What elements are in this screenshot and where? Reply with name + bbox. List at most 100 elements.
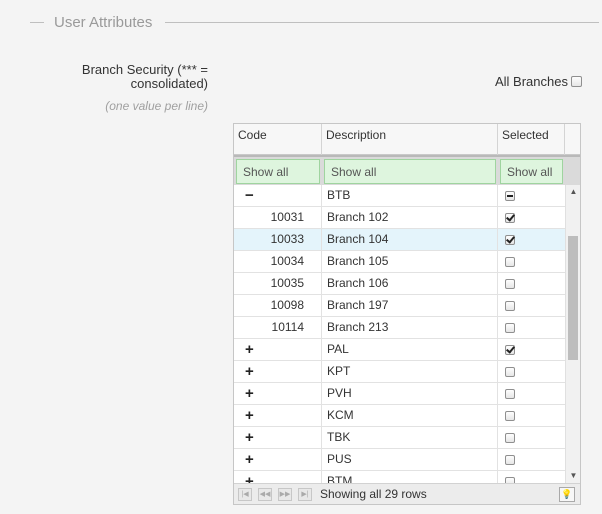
expand-icon[interactable]: +	[245, 427, 254, 448]
selected-checkbox[interactable]	[505, 345, 515, 355]
all-branches-checkbox[interactable]	[570, 76, 582, 87]
table-row[interactable]: − BTB	[234, 185, 565, 207]
column-header-selected[interactable]: Selected	[498, 124, 565, 155]
branch-description: PVH	[322, 383, 498, 405]
section-divider-left	[30, 22, 44, 23]
table-row[interactable]: + PAL	[234, 339, 565, 361]
grid-scrollbar[interactable]: ▲ ▼	[565, 185, 580, 483]
grid-footer: |◀ ◀◀ ▶▶ ▶| Showing all 29 rows 💡	[234, 483, 580, 504]
grid-body: − BTB 10031 Branch 102 10033 Branch 104 10034 B…	[234, 185, 565, 483]
branch-code: 10034	[270, 254, 304, 268]
selected-cell	[498, 295, 565, 317]
selected-checkbox[interactable]	[505, 433, 515, 443]
code-cell: +	[234, 427, 322, 449]
selected-cell	[498, 273, 565, 295]
grid-header: Code Description Selected	[234, 124, 580, 155]
selected-checkbox[interactable]	[505, 257, 515, 267]
selected-checkbox[interactable]	[505, 367, 515, 377]
branch-description: Branch 213	[322, 317, 498, 339]
code-filter-input[interactable]: Show all	[236, 159, 320, 184]
expand-icon[interactable]: +	[245, 405, 254, 426]
branch-code: 10035	[270, 276, 304, 290]
expand-icon[interactable]: +	[245, 449, 254, 470]
selected-checkbox[interactable]	[505, 455, 515, 465]
code-cell: +	[234, 361, 322, 383]
expand-icon[interactable]: +	[245, 471, 254, 483]
selected-filter-input[interactable]: Show all	[500, 159, 563, 184]
selected-cell	[498, 339, 565, 361]
code-cell: 10035	[234, 273, 322, 295]
branch-description: TBK	[322, 427, 498, 449]
expand-icon[interactable]: +	[245, 383, 254, 404]
selected-checkbox[interactable]	[505, 323, 515, 333]
code-cell: +	[234, 449, 322, 471]
section-divider-right	[165, 22, 599, 23]
selected-checkbox[interactable]	[505, 389, 515, 399]
next-page-icon[interactable]: ▶▶	[278, 488, 292, 501]
table-row[interactable]: + PVH	[234, 383, 565, 405]
selected-cell	[498, 361, 565, 383]
table-row[interactable]: 10114 Branch 213	[234, 317, 565, 339]
selected-cell	[498, 427, 565, 449]
code-cell: 10033	[234, 229, 322, 251]
scroll-down-icon[interactable]: ▼	[566, 469, 580, 483]
table-row[interactable]: 10031 Branch 102	[234, 207, 565, 229]
branch-description: Branch 104	[322, 229, 498, 251]
branch-description: Branch 105	[322, 251, 498, 273]
prev-page-icon[interactable]: ◀◀	[258, 488, 272, 501]
branch-description: BTM	[322, 471, 498, 483]
branch-code: 10114	[271, 320, 304, 334]
column-header-code[interactable]: Code	[234, 124, 322, 155]
expand-icon[interactable]: +	[245, 339, 254, 360]
table-row[interactable]: + TBK	[234, 427, 565, 449]
branch-description: KPT	[322, 361, 498, 383]
description-filter-input[interactable]: Show all	[324, 159, 496, 184]
section-header: User Attributes	[0, 10, 602, 34]
first-page-icon[interactable]: |◀	[238, 488, 252, 501]
table-row[interactable]: + KCM	[234, 405, 565, 427]
table-row[interactable]: 10033 Branch 104	[234, 229, 565, 251]
table-row[interactable]: + PUS	[234, 449, 565, 471]
selected-cell	[498, 383, 565, 405]
lightbulb-icon[interactable]: 💡	[559, 487, 575, 502]
selected-cell	[498, 185, 565, 207]
all-branches-option[interactable]: All Branches	[495, 74, 582, 89]
column-header-description[interactable]: Description	[322, 124, 498, 155]
branch-description: KCM	[322, 405, 498, 427]
row-count-status: Showing all 29 rows	[320, 487, 427, 501]
selected-cell	[498, 229, 565, 251]
code-cell: +	[234, 383, 322, 405]
branch-code: 10033	[270, 232, 304, 246]
code-cell: +	[234, 405, 322, 427]
selected-checkbox[interactable]	[505, 301, 515, 311]
collapse-icon[interactable]: −	[245, 185, 254, 206]
selected-checkbox[interactable]	[505, 279, 515, 289]
table-row[interactable]: 10098 Branch 197	[234, 295, 565, 317]
section-title: User Attributes	[54, 14, 153, 31]
code-cell: +	[234, 471, 322, 483]
selected-cell	[498, 251, 565, 273]
branch-security-hint: (one value per line)	[105, 99, 208, 113]
code-cell: +	[234, 339, 322, 361]
table-row[interactable]: + BTM	[234, 471, 565, 483]
scroll-up-icon[interactable]: ▲	[566, 185, 580, 199]
last-page-icon[interactable]: ▶|	[298, 488, 312, 501]
branch-description: Branch 106	[322, 273, 498, 295]
selected-checkbox[interactable]	[505, 411, 515, 421]
branch-security-label: Branch Security (*** = consolidated)	[81, 62, 208, 91]
selected-checkbox[interactable]	[505, 191, 515, 201]
table-row[interactable]: 10035 Branch 106	[234, 273, 565, 295]
branch-code: 10031	[270, 210, 304, 224]
branch-description: BTB	[322, 185, 498, 207]
branch-description: Branch 197	[322, 295, 498, 317]
selected-checkbox[interactable]	[505, 213, 515, 223]
expand-icon[interactable]: +	[245, 361, 254, 382]
scroll-thumb[interactable]	[568, 236, 578, 360]
branch-grid: Code Description Selected Show all Show …	[233, 123, 581, 505]
selected-checkbox[interactable]	[505, 235, 515, 245]
code-cell: 10098	[234, 295, 322, 317]
table-row[interactable]: 10034 Branch 105	[234, 251, 565, 273]
table-row[interactable]: + KPT	[234, 361, 565, 383]
all-branches-label: All Branches	[495, 74, 568, 89]
code-cell: 10114	[234, 317, 322, 339]
